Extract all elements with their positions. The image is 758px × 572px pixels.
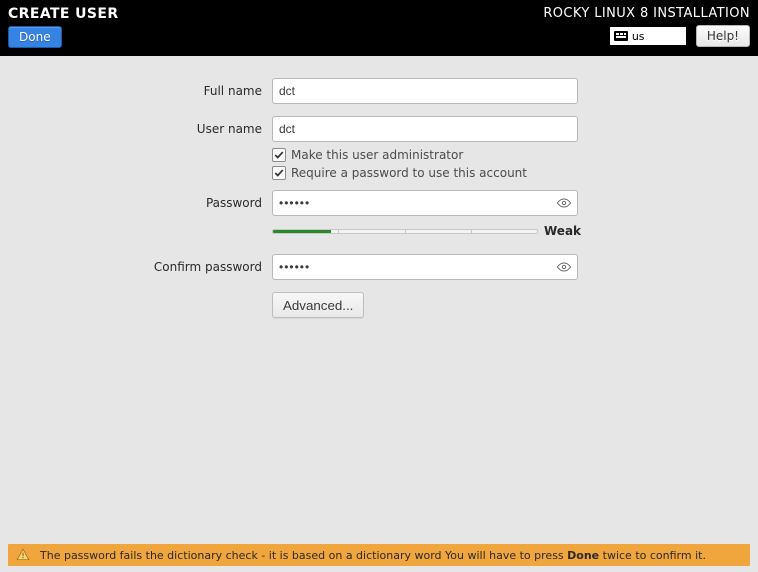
full-name-input[interactable]	[272, 78, 578, 104]
warning-icon	[16, 548, 30, 562]
check-icon	[274, 150, 284, 160]
top-right-controls: us Help!	[610, 25, 750, 47]
top-right: ROCKY LINUX 8 INSTALLATION us Help!	[543, 4, 750, 50]
row-confirm: Confirm password	[0, 254, 758, 280]
label-password: Password	[0, 196, 272, 210]
password-strength-fill	[273, 230, 331, 233]
password-strength-bar	[272, 229, 538, 234]
admin-checkbox-row: Make this user administrator	[272, 148, 578, 162]
label-full-name: Full name	[0, 84, 272, 98]
warning-text: The password fails the dictionary check …	[40, 549, 706, 562]
warning-suffix: twice to confirm it.	[599, 549, 706, 562]
password-strength-label: Weak	[544, 224, 578, 238]
top-bar: CREATE USER Done ROCKY LINUX 8 INSTALLAT…	[0, 0, 758, 56]
label-confirm: Confirm password	[0, 260, 272, 274]
product-title: ROCKY LINUX 8 INSTALLATION	[543, 6, 750, 21]
label-user-name: User name	[0, 122, 272, 136]
row-checkboxes: Make this user administrator Require a p…	[0, 148, 758, 184]
row-password: Password	[0, 190, 758, 216]
eye-icon[interactable]	[556, 261, 572, 273]
require-pw-checkbox[interactable]	[272, 166, 286, 180]
keyboard-layout-label: us	[632, 30, 645, 43]
confirm-password-input[interactable]	[272, 254, 578, 280]
check-icon	[274, 168, 284, 178]
password-input[interactable]	[272, 190, 578, 216]
user-name-input[interactable]	[272, 116, 578, 142]
warning-bold: Done	[567, 549, 599, 562]
admin-checkbox[interactable]	[272, 148, 286, 162]
keyboard-layout-indicator[interactable]: us	[610, 27, 686, 45]
advanced-button[interactable]: Advanced...	[272, 292, 364, 318]
row-user-name: User name	[0, 116, 758, 142]
help-button[interactable]: Help!	[696, 25, 750, 47]
warning-prefix: The password fails the dictionary check …	[40, 549, 567, 562]
require-pw-checkbox-label: Require a password to use this account	[291, 166, 527, 180]
done-button[interactable]: Done	[8, 26, 62, 48]
eye-icon[interactable]	[556, 197, 572, 209]
row-strength: Weak	[0, 222, 758, 248]
warning-bar: The password fails the dictionary check …	[8, 544, 750, 566]
keyboard-icon	[614, 31, 628, 41]
top-left: CREATE USER Done	[8, 4, 119, 50]
row-full-name: Full name	[0, 78, 758, 104]
admin-checkbox-label: Make this user administrator	[291, 148, 463, 162]
form-area: Full name User name Make this user admin…	[0, 56, 758, 318]
row-advanced: Advanced...	[0, 292, 758, 318]
require-pw-checkbox-row: Require a password to use this account	[272, 166, 578, 180]
page-title: CREATE USER	[8, 6, 119, 22]
